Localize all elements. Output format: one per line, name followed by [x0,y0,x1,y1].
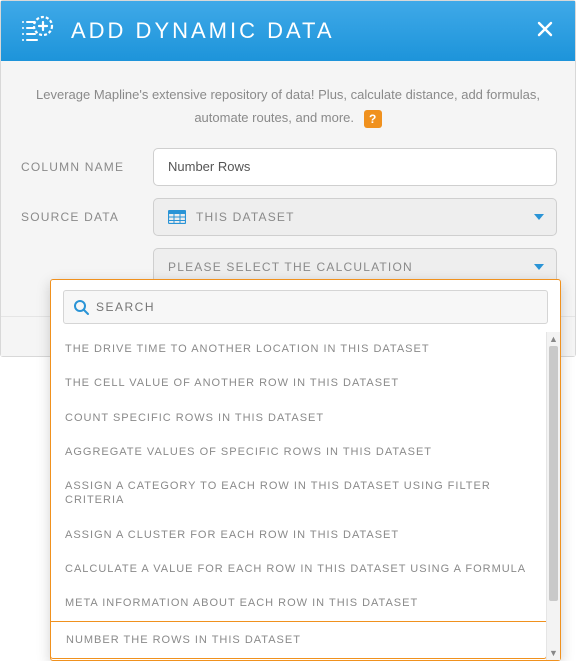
chevron-down-icon [534,264,544,270]
dropdown-item[interactable]: THE CELL VALUE OF ANOTHER ROW IN THIS DA… [51,366,546,400]
description-text: Leverage Mapline's extensive repository … [36,87,540,125]
dropdown-item[interactable]: ASSIGN A CATEGORY TO EACH ROW IN THIS DA… [51,469,546,518]
column-name-input[interactable] [168,159,542,174]
scroll-thumb[interactable] [549,346,558,601]
calculation-placeholder: PLEASE SELECT THE CALCULATION [168,260,413,274]
source-data-value: THIS DATASET [196,210,295,224]
dropdown-item[interactable]: THE DRIVE TIME TO ANOTHER LOCATION IN TH… [51,332,546,366]
dropdown-scrollbar[interactable]: ▲ ▼ [546,332,560,660]
dropdown-item[interactable]: AGGREGATE VALUES OF SPECIFIC ROWS IN THI… [51,435,546,469]
dropdown-item-selected[interactable]: NUMBER THE ROWS IN THIS DATASET [50,621,547,659]
dropdown-list-wrap: THE DRIVE TIME TO ANOTHER LOCATION IN TH… [51,332,560,660]
dropdown-search [63,290,548,324]
dropdown-item[interactable]: ASSIGN A CLUSTER FOR EACH ROW IN THIS DA… [51,518,546,552]
search-icon [72,298,90,316]
dropdown-item[interactable]: CALCULATE A VALUE FOR EACH ROW IN THIS D… [51,552,546,586]
column-name-row: COLUMN NAME [19,148,557,186]
column-name-label: COLUMN NAME [19,160,153,174]
chevron-down-icon [534,214,544,220]
dropdown-item[interactable]: COUNT SPECIFIC ROWS IN THIS DATASET [51,401,546,435]
close-icon[interactable] [533,17,557,45]
source-data-label: SOURCE DATA [19,210,153,224]
source-data-row: SOURCE DATA THIS DATASET [19,198,557,236]
modal-description: Leverage Mapline's extensive repository … [1,61,575,144]
dynamic-data-icon [19,13,55,49]
scroll-up-icon[interactable]: ▲ [549,332,558,346]
calculation-dropdown: THE DRIVE TIME TO ANOTHER LOCATION IN TH… [50,279,561,661]
help-icon[interactable]: ? [364,110,382,128]
scroll-track[interactable] [547,346,560,646]
spreadsheet-icon [168,210,186,224]
source-data-select[interactable]: THIS DATASET [153,198,557,236]
column-name-input-wrap [153,148,557,186]
dropdown-list: THE DRIVE TIME TO ANOTHER LOCATION IN TH… [51,332,546,660]
dropdown-search-input[interactable] [96,300,539,314]
scroll-down-icon[interactable]: ▼ [549,646,558,660]
dropdown-item[interactable]: META INFORMATION ABOUT EACH ROW IN THIS … [51,586,546,620]
modal-header: ADD DYNAMIC DATA [1,1,575,61]
modal-title: ADD DYNAMIC DATA [71,18,533,44]
